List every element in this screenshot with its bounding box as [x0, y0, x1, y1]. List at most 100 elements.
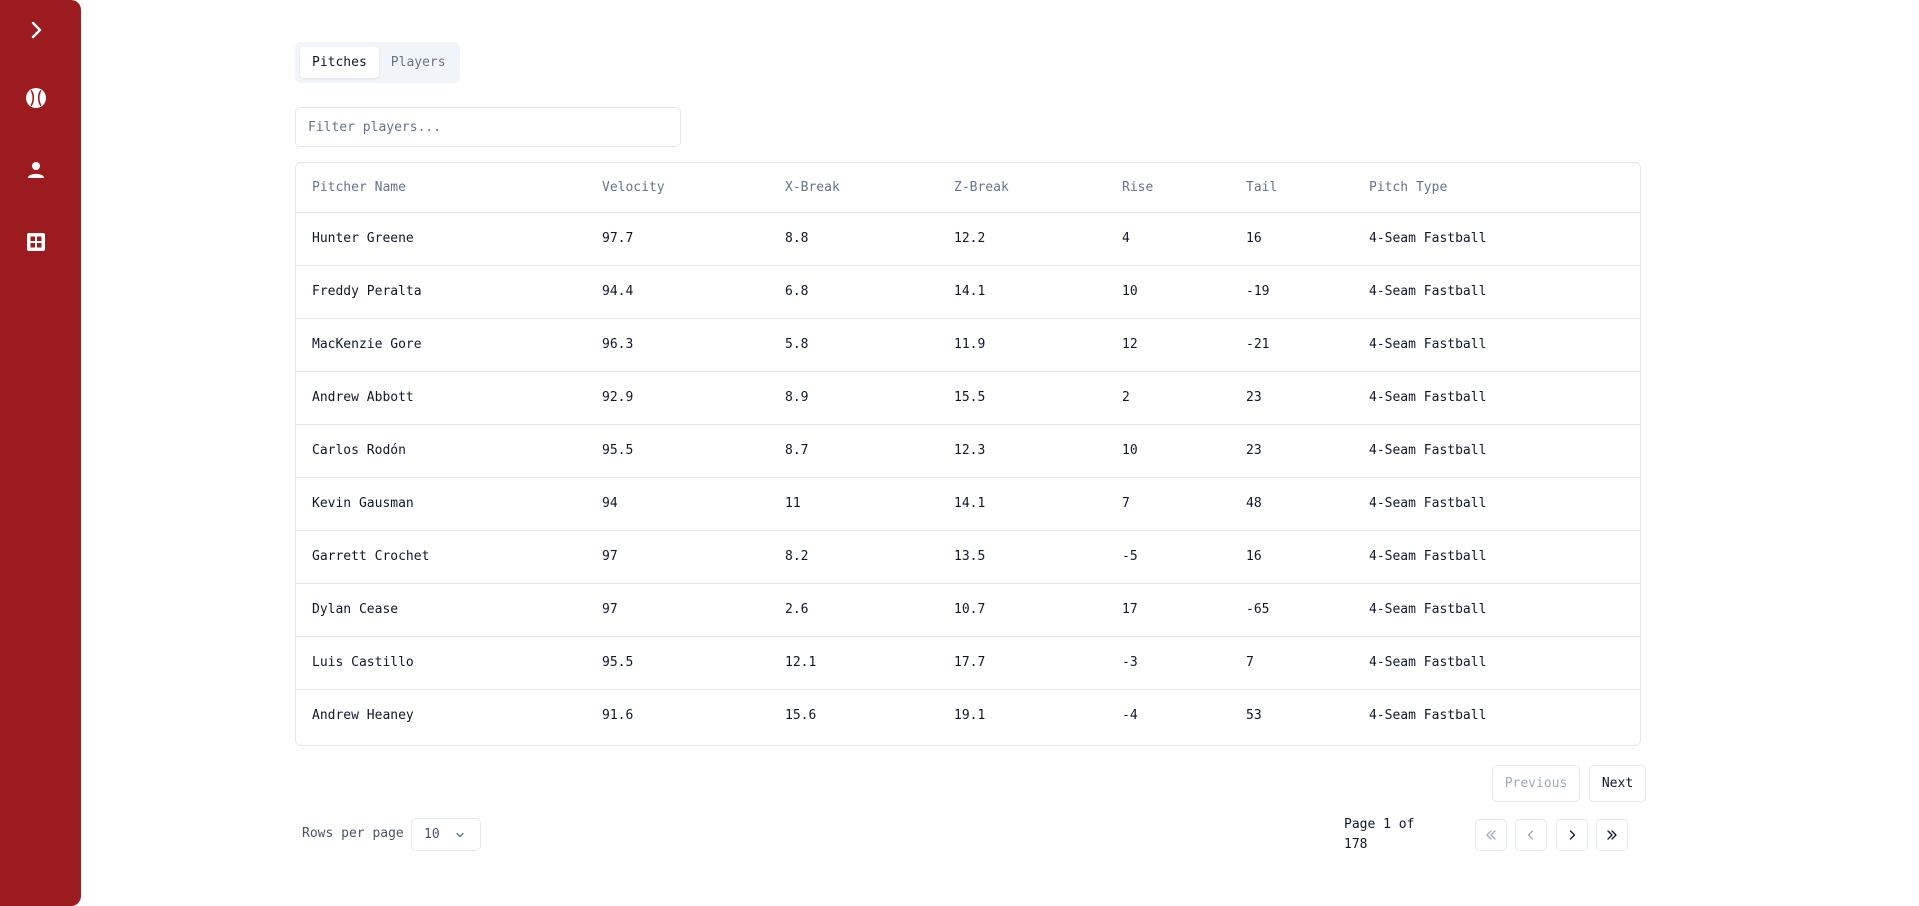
sidebar-item-dashboard[interactable] [20, 226, 52, 258]
previous-page-button[interactable]: Previous [1492, 765, 1580, 802]
column-header-z-break[interactable]: Z-Break [938, 163, 1106, 213]
cell-velocity: 95.5 [586, 636, 769, 690]
cell-velocity: 91.6 [602, 708, 634, 724]
cell-tail: 23 [1230, 371, 1353, 425]
table-row[interactable]: Kevin Gausman 94 11 14.1 7 48 4-Seam Fastball [296, 477, 1640, 531]
table-row[interactable]: Andrew Abbott 92.9 8.9 15.5 2 23 4-Seam Fastba… [296, 371, 1640, 425]
filter-players-input[interactable] [295, 107, 681, 147]
expand-sidebar-button[interactable] [20, 14, 52, 46]
cell-z-break: 17.7 [938, 636, 1106, 690]
cell-velocity: 92.9 [586, 371, 769, 425]
table-row[interactable]: Hunter Greene 97.7 8.8 12.2 4 16 4-Seam Fastba… [296, 212, 1640, 266]
tab-pitches[interactable]: Pitches [300, 47, 379, 78]
chevron-down-icon [456, 832, 464, 838]
cell-x-break: 8.9 [769, 371, 938, 425]
column-header-pitch-type[interactable]: Pitch Type [1353, 163, 1640, 213]
rows-per-page-label: Rows per page [302, 826, 404, 841]
cell-x-break: 5.8 [769, 318, 938, 372]
cell-rise: 17 [1106, 583, 1230, 637]
cell-velocity: 94.4 [586, 265, 769, 319]
cell-pitcher-name: Kevin Gausman [296, 477, 586, 531]
cell-tail: 7 [1230, 636, 1353, 690]
cell-rise: 10 [1106, 424, 1230, 478]
cell-pitch-type: 4-Seam Fastball [1353, 318, 1640, 372]
column-header-x-break[interactable]: X-Break [769, 163, 938, 213]
table-row[interactable]: Luis Castillo 95.5 12.1 17.7 -3 7 4-Seam Fastb… [296, 636, 1640, 690]
column-header-tail[interactable]: Tail [1230, 163, 1353, 213]
chevrons-right-icon [1607, 830, 1617, 840]
cell-rise: -3 [1106, 636, 1230, 690]
column-header-pitcher-name[interactable]: Pitcher Name [296, 163, 586, 213]
cell-x-break: 8.2 [769, 530, 938, 584]
chevron-right-icon [1569, 830, 1576, 840]
cell-z-break: 14.1 [938, 477, 1106, 531]
cell-pitch-type: 4-Seam Fastball [1353, 477, 1640, 531]
cell-velocity: 96.3 [586, 318, 769, 372]
cell-rise: 7 [1106, 477, 1230, 531]
table-row[interactable]: Garrett Crochet 97 8.2 13.5 -5 16 4-Seam Fastb… [296, 530, 1640, 584]
cell-rise: -4 [1122, 708, 1138, 724]
main-content: Pitches Players Pitcher Name Velocity X-… [295, 0, 1646, 906]
pitches-table: Pitcher Name Velocity X-Break Z-Break Ri… [295, 162, 1641, 746]
sidebar-item-pitches[interactable] [20, 82, 52, 114]
rows-per-page-select[interactable]: 10 [411, 818, 481, 851]
table-row[interactable]: Dylan Cease 97 2.6 10.7 17 -65 4-Seam Fastball [296, 583, 1640, 637]
sidebar-item-players[interactable] [20, 154, 52, 186]
cell-pitcher-name: Freddy Peralta [296, 265, 586, 319]
cell-x-break: 6.8 [769, 265, 938, 319]
tab-players[interactable]: Players [379, 47, 458, 78]
user-icon [28, 162, 44, 178]
cell-x-break: 11 [769, 477, 938, 531]
last-page-button[interactable] [1596, 819, 1628, 851]
cell-tail: -65 [1230, 583, 1353, 637]
cell-velocity: 94 [586, 477, 769, 531]
column-header-velocity[interactable]: Velocity [586, 163, 769, 213]
cell-pitcher-name: Dylan Cease [296, 583, 586, 637]
column-header-rise[interactable]: Rise [1106, 163, 1230, 213]
cell-rise: 4 [1106, 212, 1230, 266]
cell-rise: 10 [1106, 265, 1230, 319]
cell-z-break: 15.5 [938, 371, 1106, 425]
sidebar [0, 0, 81, 906]
cell-pitch-type: 4-Seam Fastball [1353, 265, 1640, 319]
cell-pitch-type: 4-Seam Fastball [1353, 371, 1640, 425]
cell-pitch-type: 4-Seam Fastball [1353, 530, 1640, 584]
table-row[interactable]: Carlos Rodón 95.5 8.7 12.3 10 23 4-Seam Fastba… [296, 424, 1640, 478]
table-header-row: Pitcher Name Velocity X-Break Z-Break Ri… [296, 163, 1640, 213]
cell-z-break: 19.1 [954, 708, 986, 724]
cell-z-break: 12.2 [938, 212, 1106, 266]
cell-tail: 23 [1230, 424, 1353, 478]
cell-x-break: 12.1 [769, 636, 938, 690]
cell-pitcher-name: Andrew Abbott [296, 371, 586, 425]
cell-rise: 12 [1106, 318, 1230, 372]
cell-pitch-type: 4-Seam Fastball [1353, 212, 1640, 266]
table-row[interactable]: Andrew Heaney 91.6 15.6 19.1 -4 53 4-Seam Fast… [296, 689, 1640, 742]
cell-x-break: 15.6 [785, 708, 817, 724]
cell-tail: 16 [1230, 530, 1353, 584]
previous-page-icon-button[interactable] [1515, 819, 1547, 851]
table-row[interactable]: MacKenzie Gore 96.3 5.8 11.9 12 -21 4-Seam Fas… [296, 318, 1640, 372]
cell-tail: 16 [1230, 212, 1353, 266]
cell-pitcher-name: Luis Castillo [296, 636, 586, 690]
cell-z-break: 13.5 [938, 530, 1106, 584]
chevrons-left-icon [1486, 830, 1496, 840]
cell-pitcher-name: MacKenzie Gore [296, 318, 586, 372]
cell-pitcher-name: Hunter Greene [296, 212, 586, 266]
view-tabs: Pitches Players [295, 42, 460, 83]
baseball-icon [26, 88, 46, 108]
cell-z-break: 14.1 [938, 265, 1106, 319]
cell-rise: -5 [1106, 530, 1230, 584]
next-page-icon-button[interactable] [1556, 819, 1588, 851]
cell-tail: -21 [1230, 318, 1353, 372]
cell-z-break: 12.3 [938, 424, 1106, 478]
chevron-left-icon [1527, 830, 1534, 840]
cell-tail: -19 [1230, 265, 1353, 319]
cell-velocity: 95.5 [586, 424, 769, 478]
chevron-right-icon [31, 21, 42, 39]
first-page-button[interactable] [1475, 819, 1507, 851]
cell-tail: 48 [1230, 477, 1353, 531]
grid-icon [27, 233, 45, 251]
table-row[interactable]: Freddy Peralta 94.4 6.8 14.1 10 -19 4-Seam Fas… [296, 265, 1640, 319]
cell-z-break: 10.7 [938, 583, 1106, 637]
next-page-button[interactable]: Next [1589, 765, 1646, 802]
